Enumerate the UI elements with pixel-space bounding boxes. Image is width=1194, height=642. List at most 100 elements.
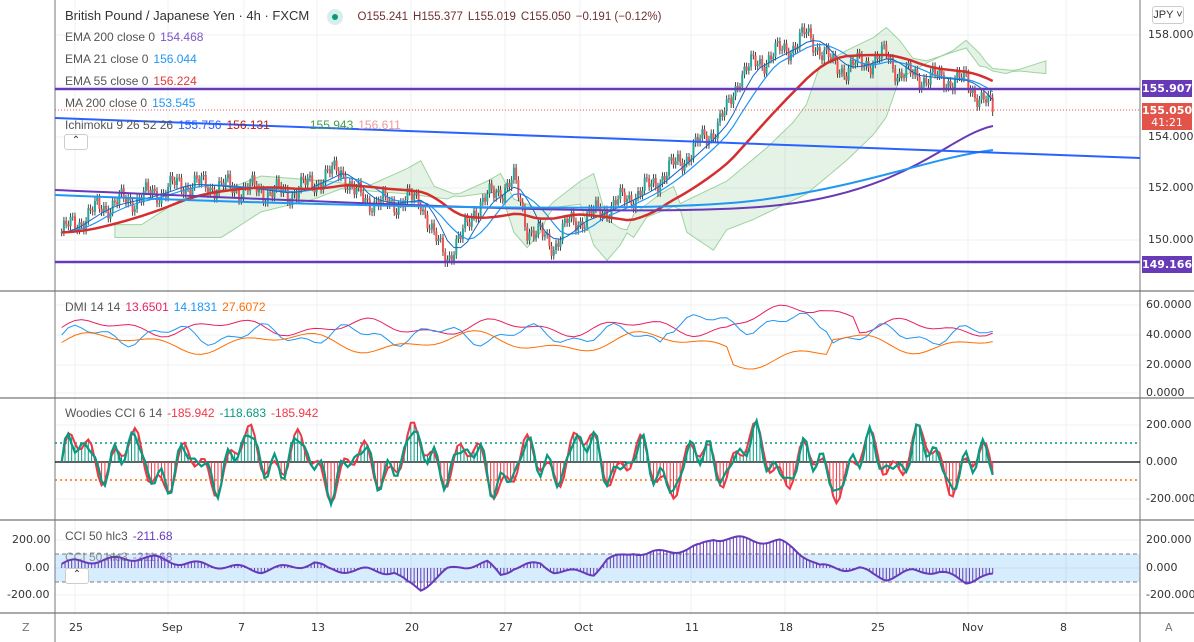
candle: [74, 216, 76, 229]
candle: [328, 169, 331, 174]
candle: [650, 183, 653, 187]
ohlc-low: L155.019: [467, 11, 516, 23]
candle: [581, 221, 584, 229]
candle: [741, 74, 744, 87]
candle: [823, 50, 826, 61]
candle: [829, 57, 832, 60]
candle: [883, 44, 886, 46]
candle: [772, 56, 775, 60]
candle: [277, 179, 280, 186]
cci-left-axis-label: 200.00: [12, 533, 51, 546]
candle: [105, 205, 108, 210]
candle: [648, 178, 651, 187]
candle: [98, 197, 101, 209]
candle: [807, 28, 810, 33]
collapse-pane-button[interactable]: ⌃: [65, 568, 89, 584]
candle: [484, 197, 487, 202]
candle: [175, 177, 178, 186]
candle: [854, 63, 857, 65]
candle: [976, 98, 979, 108]
candle: [982, 92, 985, 100]
candle: [916, 69, 919, 77]
candle: [375, 200, 378, 202]
candle: [71, 216, 74, 218]
timezone-icon[interactable]: Z: [22, 621, 30, 634]
currency-select[interactable]: JPY ˅: [1152, 6, 1184, 24]
symbol-title: British Pound / Japanese Yen · 4h · FXCM: [65, 8, 310, 23]
candle: [922, 77, 925, 86]
candle: [745, 66, 748, 71]
candle: [719, 113, 722, 123]
time-axis-label: 11: [685, 621, 699, 634]
candle: [630, 195, 633, 205]
candle: [293, 193, 296, 195]
hline-price-tag-lower: 149.166: [1142, 256, 1193, 273]
collapse-legend-button[interactable]: ⌃: [64, 134, 88, 150]
candle: [798, 32, 801, 48]
candle: [158, 203, 161, 205]
candle: [896, 77, 899, 82]
candle: [295, 193, 298, 199]
candle: [355, 187, 358, 195]
candle: [65, 220, 68, 225]
candle: [366, 198, 369, 200]
candle: [530, 230, 533, 233]
candle: [371, 211, 374, 213]
candle: [721, 113, 724, 117]
candle: [938, 69, 941, 77]
time-axis-label: 7: [238, 621, 245, 634]
candle: [838, 73, 841, 75]
candle: [537, 223, 540, 235]
candle: [238, 189, 241, 201]
time-axis-label: 8: [1060, 621, 1067, 634]
candle: [437, 238, 440, 242]
candle: [872, 64, 874, 75]
candle: [311, 175, 314, 188]
candle: [781, 49, 784, 51]
indicator-legend: MA 200 close 0 153.545: [65, 96, 196, 110]
candle: [69, 216, 72, 227]
candle: [424, 209, 427, 215]
candle: [415, 193, 418, 196]
candle: [725, 99, 728, 112]
woodies-axis-label: 200.000: [1146, 418, 1192, 431]
candle: [523, 207, 526, 227]
candle: [508, 182, 511, 188]
auto-scale-icon[interactable]: A: [1165, 621, 1173, 634]
candle: [326, 169, 329, 171]
candle: [187, 186, 190, 189]
candle: [262, 189, 265, 203]
candle: [849, 59, 852, 69]
candle: [816, 47, 819, 52]
candle: [645, 177, 648, 179]
candle: [490, 183, 493, 190]
candle: [346, 188, 349, 191]
candle: [147, 182, 150, 191]
candle: [413, 195, 416, 200]
candle: [439, 237, 442, 239]
candle: [251, 175, 254, 183]
candle: [557, 243, 560, 247]
candle: [563, 218, 566, 224]
indicator-legend: Ichimoku 9 26 52 26 155.756 156.131 155.943…: [65, 118, 401, 132]
candle: [911, 73, 914, 76]
candle: [747, 66, 750, 71]
candle: [457, 235, 460, 240]
candle: [925, 77, 928, 83]
candle: [643, 177, 646, 191]
woodies-legend: Woodies CCI 6 14 -185.942 -118.683 -185.942: [65, 406, 319, 420]
cci-legend: CCI 50 hlc3 -211.68: [65, 529, 173, 543]
candle: [641, 190, 644, 196]
candle: [639, 191, 642, 196]
candle: [674, 161, 677, 165]
indicator-legend: EMA 55 close 0 156.224: [65, 74, 197, 88]
candle: [661, 176, 664, 184]
candle: [900, 72, 903, 78]
adx-line: [61, 330, 993, 370]
candle: [226, 174, 229, 179]
candle: [89, 208, 92, 211]
candle: [623, 192, 626, 203]
woodies-axis-label: -200.000: [1146, 492, 1194, 505]
candle: [679, 154, 682, 163]
candle: [756, 64, 759, 67]
